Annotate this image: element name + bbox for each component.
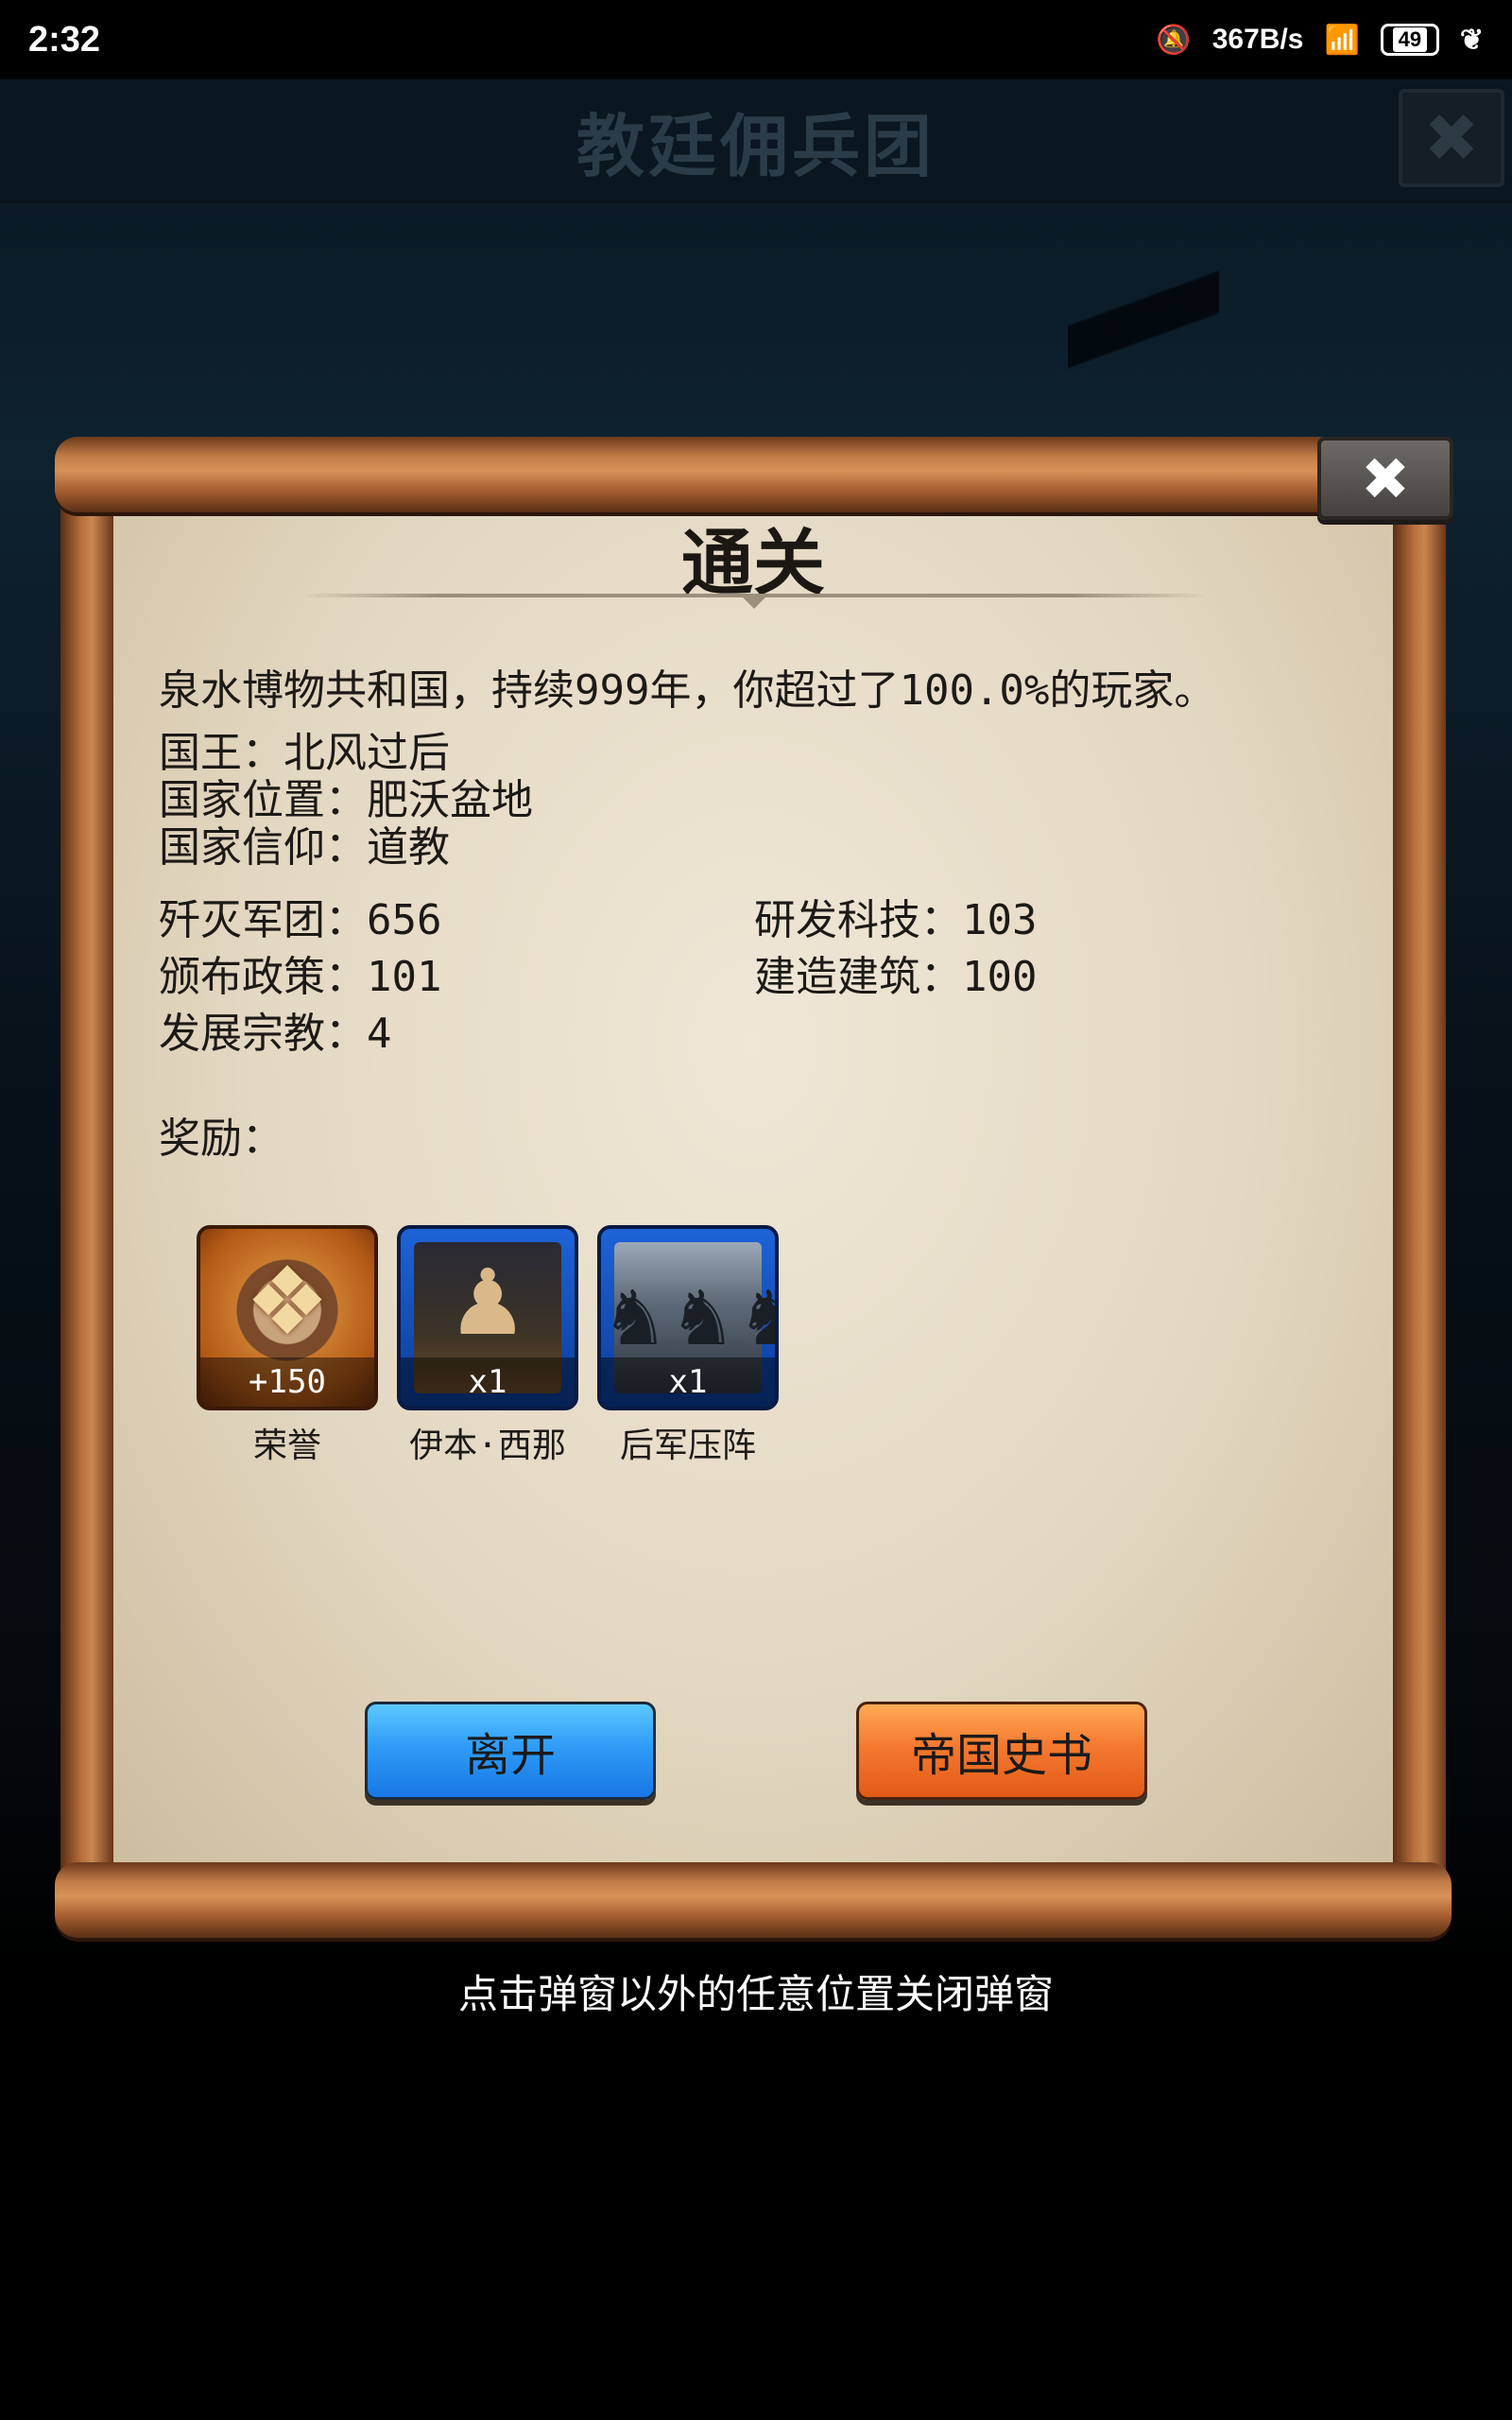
- reward-quantity: x1: [401, 1357, 575, 1407]
- reward-item-army-card[interactable]: ♞♞♞ x1 后军压阵: [597, 1225, 779, 1467]
- stats-grid: 歼灭军团：656 研发科技：103 颁布政策：101 建造建筑：100 发展宗教…: [159, 898, 1198, 1057]
- scroll-rod-bottom: [55, 1862, 1452, 1938]
- scroll-side-left: [60, 484, 113, 1883]
- status-time: 2:32: [28, 19, 101, 60]
- reward-name: 荣誉: [252, 1426, 321, 1465]
- leaf-icon: ❦: [1459, 24, 1484, 56]
- army-troops-icon: ♞♞♞: [601, 1274, 775, 1362]
- result-summary: 泉水博物共和国，持续999年，你超过了100.0%的玩家。: [159, 666, 1216, 715]
- reward-tile[interactable]: ♟ x1: [397, 1225, 578, 1410]
- reward-quantity: x1: [601, 1357, 775, 1407]
- bird-silhouette: [1068, 212, 1219, 439]
- reward-tile[interactable]: ♞♞♞ x1: [597, 1225, 779, 1410]
- rewards-list: ❖ +150 荣誉 ♟ x1 伊本·西那 ♞♞♞ x1 后军压阵: [197, 1225, 779, 1467]
- game-header: 教廷佣兵团 ✖: [0, 79, 1512, 200]
- faith-line: 国家信仰：道教: [159, 823, 450, 872]
- reward-name: 后军压阵: [619, 1426, 756, 1465]
- stat-buildings-built: 建造建筑：100: [754, 953, 1038, 1001]
- stat-religions-developed: 发展宗教：4: [159, 1010, 392, 1058]
- title-divider: [301, 594, 1208, 609]
- stat-legions-destroyed: 歼灭军团：656: [159, 896, 442, 944]
- stat-tech-researched: 研发科技：103: [754, 896, 1038, 944]
- king-line: 国王：北风过后: [159, 729, 450, 777]
- medal-emblem-icon: ❖: [245, 1246, 330, 1357]
- scroll-rod-top: [55, 437, 1452, 512]
- reward-quantity: +150: [200, 1357, 374, 1407]
- reward-item-honor[interactable]: ❖ +150 荣誉: [197, 1225, 378, 1467]
- status-bar: 2:32 🔕 367B/s 📶 49 ❦: [0, 0, 1512, 79]
- location-line: 国家位置：肥沃盆地: [159, 776, 533, 824]
- bell-muted-icon: 🔕: [1156, 24, 1192, 56]
- battery-level: 49: [1392, 27, 1428, 52]
- scroll-side-right: [1393, 484, 1446, 1883]
- game-title: 教廷佣兵团: [576, 106, 936, 186]
- close-icon: ✖: [1423, 99, 1480, 177]
- status-icons: 🔕 367B/s 📶 49 ❦: [1156, 24, 1484, 57]
- leave-button[interactable]: 离开: [365, 1702, 656, 1800]
- wifi-icon: 📶: [1324, 24, 1360, 56]
- game-close-button[interactable]: ✖: [1399, 89, 1504, 187]
- reward-item-hero[interactable]: ♟ x1 伊本·西那: [397, 1225, 578, 1467]
- empire-history-button[interactable]: 帝国史书: [856, 1702, 1147, 1800]
- reward-name: 伊本·西那: [409, 1426, 566, 1465]
- battery-icon: 49: [1380, 24, 1439, 56]
- close-icon: ✖: [1361, 443, 1410, 513]
- close-hint: 点击弹窗以外的任意位置关闭弹窗: [457, 1971, 1054, 2017]
- hero-figure-icon: ♟: [446, 1250, 529, 1356]
- result-dialog: ✖ 通关 泉水博物共和国，持续999年，你超过了100.0%的玩家。 国王：北风…: [55, 437, 1453, 1940]
- rewards-label: 奖励：: [159, 1115, 284, 1163]
- stat-policies-enacted: 颁布政策：101: [159, 953, 442, 1001]
- reward-tile[interactable]: ❖ +150: [197, 1225, 378, 1410]
- nation-info: 国王：北风过后 国家位置：肥沃盆地 国家信仰：道教: [159, 730, 533, 872]
- network-speed: 367B/s: [1211, 24, 1304, 55]
